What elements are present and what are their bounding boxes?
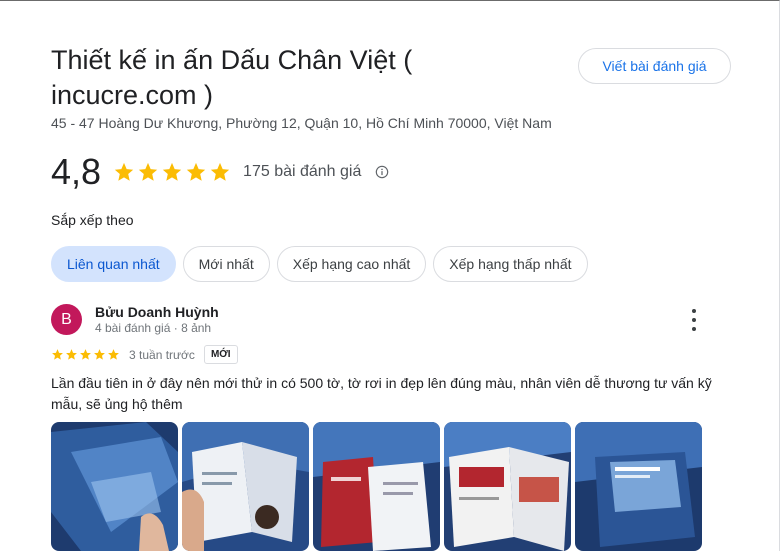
rating-summary: 4,8 175 bài đánh giá [51,150,389,194]
avatar[interactable]: B [51,304,82,335]
sort-options: Liên quan nhất Mới nhất Xếp hạng cao nhấ… [51,246,588,282]
place-title: Thiết kế in ấn Dấu Chân Việt ( incucre.c… [51,45,413,110]
review-photo[interactable] [444,422,571,551]
sort-chip-newest[interactable]: Mới nhất [182,246,270,282]
reviewer-meta: 4 bài đánh giá · 8 ảnh [95,321,212,335]
star-icon [94,349,105,360]
review-time: 3 tuần trước [129,347,195,362]
new-badge: MỚI [203,345,238,364]
star-icon [80,349,91,360]
rating-value: 4,8 [51,151,102,192]
star-icon [210,162,230,181]
star-icon [162,162,182,181]
star-icon [66,349,77,360]
sort-chip-highest[interactable]: Xếp hạng cao nhất [276,246,427,282]
sort-label: Sắp xếp theo [51,212,134,228]
review-count: 175 bài đánh giá [243,163,362,180]
rating-stars [113,161,231,183]
reviewer-name[interactable]: Bửu Doanh Huỳnh [95,304,219,320]
more-options-icon[interactable] [684,309,704,331]
star-icon [138,162,158,181]
write-review-button[interactable]: Viết bài đánh giá [578,48,731,84]
review-text: Lần đầu tiên in ở đây nên mới thử in có … [51,375,712,412]
star-icon [52,349,63,360]
review-photo[interactable] [575,422,702,551]
star-icon [186,162,206,181]
review-photo[interactable] [313,422,440,551]
sort-chip-relevant[interactable]: Liên quan nhất [51,246,176,282]
info-icon[interactable] [375,165,389,179]
review-photo[interactable] [51,422,178,551]
sort-chip-lowest[interactable]: Xếp hạng thấp nhất [433,246,588,282]
review-rating: 3 tuần trước MỚI [51,345,238,364]
review-photo[interactable] [182,422,309,551]
place-address: 45 - 47 Hoàng Dư Khương, Phường 12, Quận… [51,115,552,131]
star-icon [114,162,134,181]
review-photos [51,422,702,551]
star-icon [108,349,119,360]
